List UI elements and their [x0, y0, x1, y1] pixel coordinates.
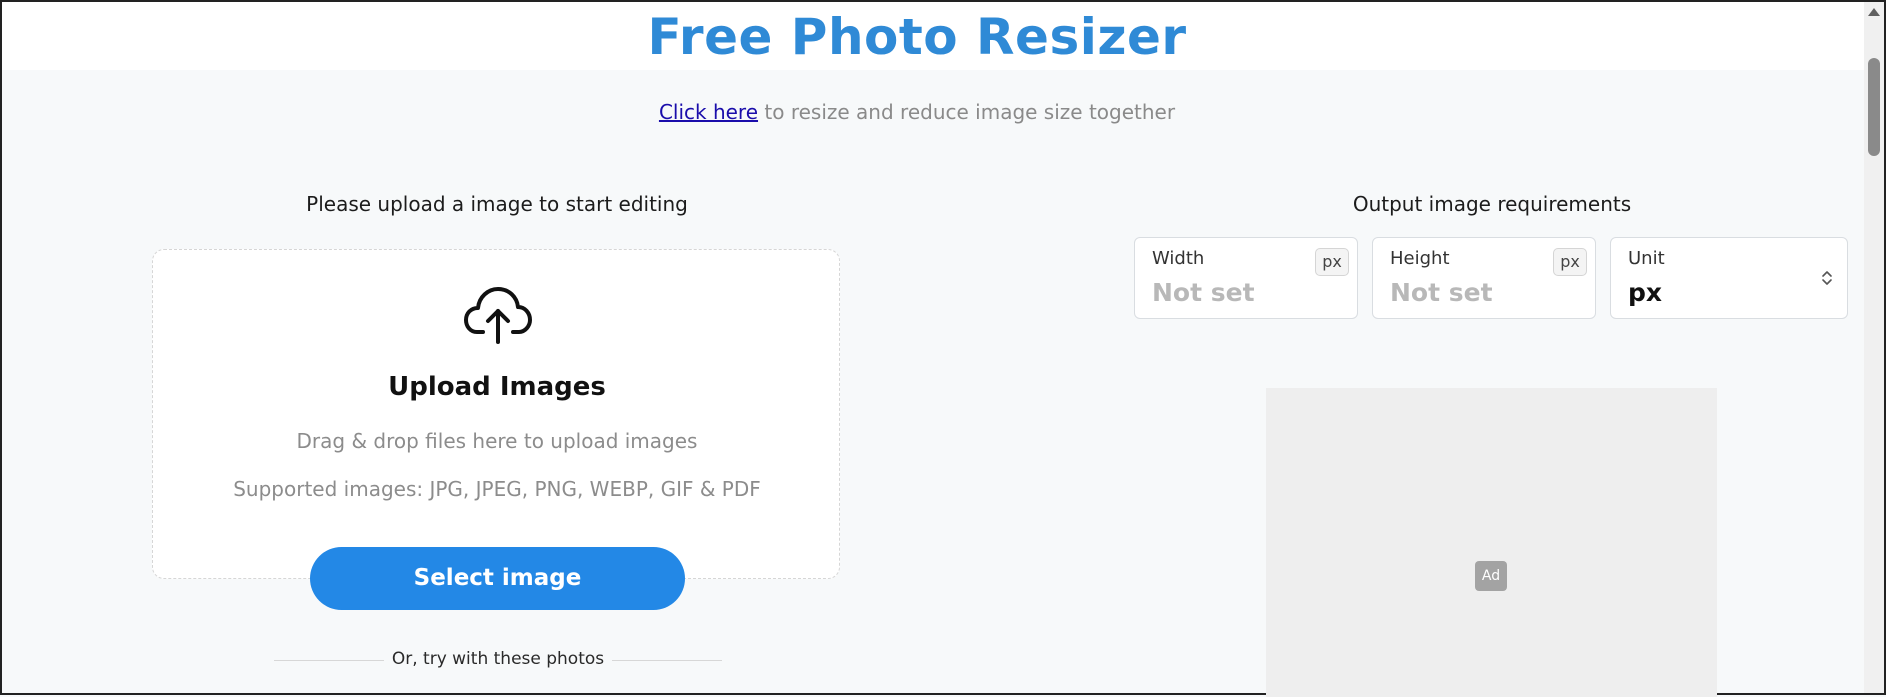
- select-chevron-icon: [1822, 271, 1832, 285]
- page-title: Free Photo Resizer: [647, 8, 1187, 66]
- height-input[interactable]: Not set: [1390, 278, 1493, 307]
- height-unit-badge: px: [1553, 248, 1587, 276]
- unit-label: Unit: [1628, 248, 1665, 269]
- divider-line-right: [612, 660, 722, 661]
- ad-badge: Ad: [1475, 561, 1507, 591]
- promo-text: to resize and reduce image size together: [758, 100, 1176, 124]
- click-here-link[interactable]: Click here: [659, 100, 758, 124]
- width-unit-badge: px: [1315, 248, 1349, 276]
- scrollbar-thumb[interactable]: [1868, 58, 1880, 156]
- upload-supported-formats: Supported images: JPG, JPEG, PNG, WEBP, …: [233, 477, 761, 501]
- unit-value[interactable]: px: [1628, 278, 1662, 307]
- width-field[interactable]: Width Not set px: [1134, 237, 1358, 319]
- sample-photos-divider: Or, try with these photos: [274, 649, 722, 673]
- width-input[interactable]: Not set: [1152, 278, 1255, 307]
- output-heading: Output image requirements: [1352, 192, 1632, 216]
- height-label: Height: [1390, 248, 1450, 269]
- height-field[interactable]: Height Not set px: [1372, 237, 1596, 319]
- scroll-up-arrow-icon[interactable]: [1868, 8, 1880, 16]
- cloud-upload-icon: [464, 287, 532, 344]
- unit-select[interactable]: Unit px: [1610, 237, 1848, 319]
- vertical-scrollbar[interactable]: [1864, 2, 1884, 693]
- promo-line: Click here to resize and reduce image si…: [2, 100, 1832, 124]
- width-label: Width: [1152, 248, 1205, 269]
- select-image-button[interactable]: Select image: [310, 547, 685, 610]
- sample-photos-label: Or, try with these photos: [391, 649, 605, 669]
- ad-placeholder[interactable]: [1266, 388, 1717, 697]
- upload-title: Upload Images: [388, 372, 606, 402]
- upload-drag-hint: Drag & drop files here to upload images: [296, 429, 698, 453]
- upload-heading: Please upload a image to start editing: [306, 192, 688, 216]
